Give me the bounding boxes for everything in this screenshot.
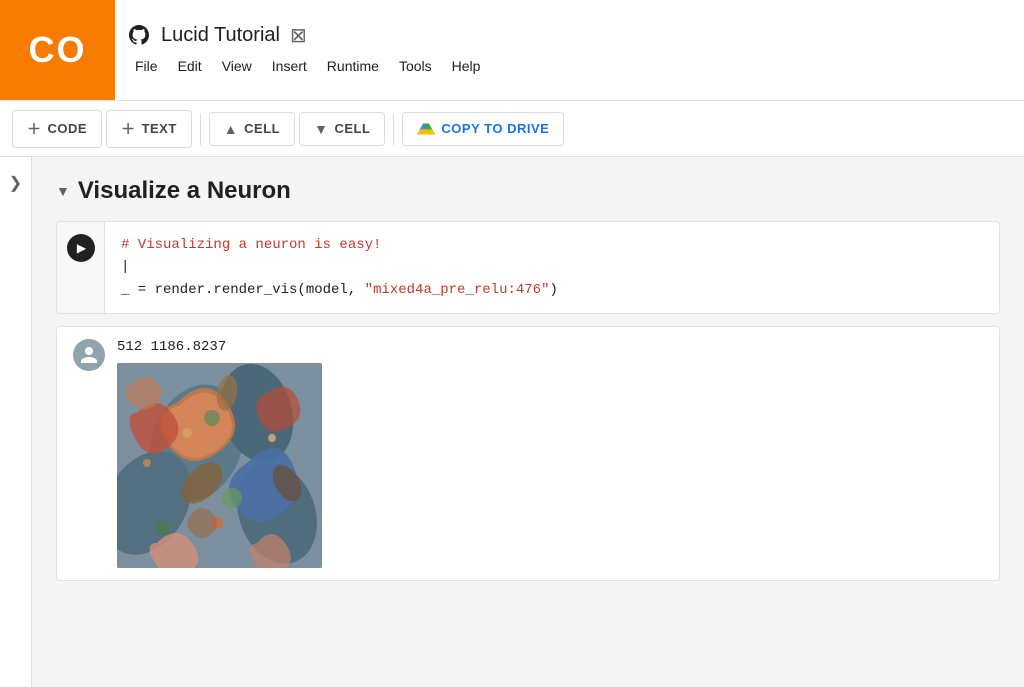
colab-logo[interactable]: CO [0, 0, 115, 100]
section-title: Visualize a Neuron [78, 177, 291, 205]
output-stats: 512 1186.8237 [117, 339, 983, 355]
menu-edit[interactable]: Edit [170, 54, 210, 78]
top-bar: CO Lucid Tutorial ⊠ File Edit View Inser… [0, 0, 1024, 101]
menu-file[interactable]: File [127, 54, 166, 78]
main-area: ❯ ▼ Visualize a Neuron ▶ # Visualizing a… [0, 157, 1024, 687]
paisley-svg [117, 363, 322, 568]
up-arrow-icon: ▲ [224, 121, 238, 137]
drive-icon [417, 121, 435, 137]
code-btn-label: CODE [48, 121, 88, 136]
code-suffix: ) [549, 282, 557, 298]
sidebar-toggle[interactable]: ❯ [0, 157, 32, 687]
github-icon[interactable] [127, 23, 151, 47]
broken-image-icon: ⊠ [290, 23, 307, 48]
cell-down-label: CELL [334, 121, 370, 136]
move-cell-up-button[interactable]: ▲ CELL [209, 112, 295, 146]
add-code-button[interactable]: ＋ CODE [12, 110, 102, 148]
output-content: 512 1186.8237 [117, 339, 983, 568]
colab-logo-text: CO [29, 29, 87, 71]
code-line-1: # Visualizing a neuron is easy! [121, 234, 983, 256]
code-content[interactable]: # Visualizing a neuron is easy! | _ = re… [105, 222, 999, 313]
cell-up-label: CELL [244, 121, 280, 136]
notebook-title: Lucid Tutorial [161, 24, 280, 47]
copy-to-drive-button[interactable]: COPY TO DRIVE [402, 112, 564, 146]
avatar-icon [79, 345, 99, 365]
run-button[interactable]: ▶ [67, 234, 95, 262]
menu-view[interactable]: View [214, 54, 260, 78]
sidebar-arrow: ❯ [9, 173, 22, 193]
move-cell-down-button[interactable]: ▼ CELL [299, 112, 385, 146]
code-line-2: | [121, 256, 983, 278]
toolbar-divider-2 [393, 113, 394, 145]
code-cursor-line: | [121, 259, 129, 275]
output-cell: 512 1186.8237 [56, 326, 1000, 581]
toolbar-divider-1 [200, 113, 201, 145]
code-string: "mixed4a_pre_relu:476" [365, 282, 550, 298]
title-row: Lucid Tutorial ⊠ [127, 23, 1012, 48]
code-cell: ▶ # Visualizing a neuron is easy! | _ = … [56, 221, 1000, 314]
menu-runtime[interactable]: Runtime [319, 54, 387, 78]
section-header: ▼ Visualize a Neuron [56, 177, 1000, 205]
add-text-button[interactable]: ＋ TEXT [106, 110, 192, 148]
user-avatar [73, 339, 105, 371]
collapse-arrow[interactable]: ▼ [56, 183, 70, 199]
cell-run-area: ▶ [57, 222, 105, 313]
plus-icon: ＋ [27, 119, 42, 139]
menu-bar: File Edit View Insert Runtime Tools Help [127, 54, 1012, 78]
menu-insert[interactable]: Insert [264, 54, 315, 78]
code-prefix: _ = render.render_vis(model, [121, 282, 365, 298]
down-arrow-icon: ▼ [314, 121, 328, 137]
notebook-content: ▼ Visualize a Neuron ▶ # Visualizing a n… [32, 157, 1024, 687]
text-btn-label: TEXT [142, 121, 177, 136]
code-comment: # Visualizing a neuron is easy! [121, 237, 381, 253]
drive-btn-label: COPY TO DRIVE [441, 121, 549, 136]
plus-text-icon: ＋ [121, 119, 136, 139]
header-right: Lucid Tutorial ⊠ File Edit View Insert R… [115, 0, 1024, 100]
menu-help[interactable]: Help [444, 54, 489, 78]
code-line-3: _ = render.render_vis(model, "mixed4a_pr… [121, 279, 983, 301]
toolbar: ＋ CODE ＋ TEXT ▲ CELL ▼ CELL COPY TO DRIV… [0, 101, 1024, 157]
output-image [117, 363, 322, 568]
menu-tools[interactable]: Tools [391, 54, 440, 78]
play-icon: ▶ [77, 241, 86, 255]
